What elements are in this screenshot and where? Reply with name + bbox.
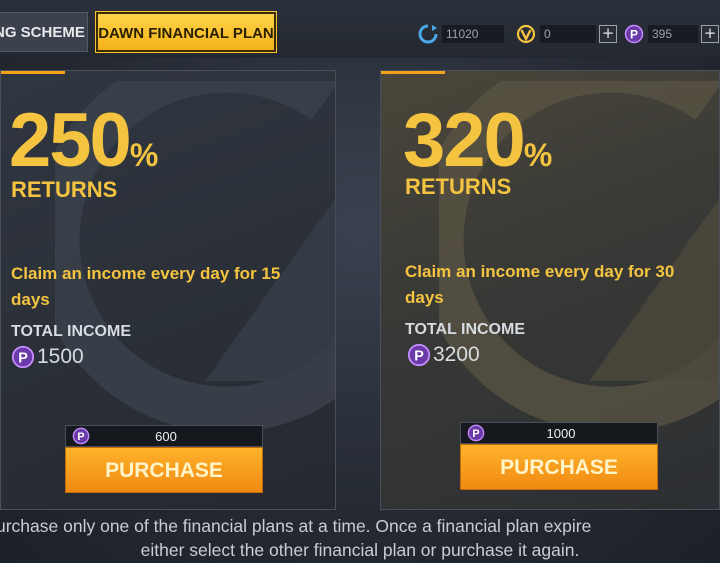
returns-label: RETURNS — [11, 177, 118, 202]
price-value: 600 — [155, 428, 177, 444]
add-v-coin-button[interactable]: + — [599, 25, 617, 43]
plan-card-15-days: 250% RETURNS Claim an income every day f… — [0, 70, 336, 510]
purchase-panel: P 600 PURCHASE — [65, 425, 263, 493]
claim-description: Claim an income every day for 30 days — [405, 262, 675, 307]
svg-text:P: P — [630, 28, 638, 42]
currency-v-coin: 0 + — [516, 24, 617, 44]
svg-text:P: P — [472, 428, 479, 440]
p-coin-icon: P — [467, 424, 485, 442]
tab-dawn-financial-plan[interactable]: DAWN FINANCIAL PLAN — [95, 11, 277, 53]
p-coin-icon: P — [407, 343, 431, 367]
total-income-label: TOTAL INCOME — [11, 323, 131, 340]
plan-card-30-days: 320% RETURNS Claim an income every day f… — [380, 70, 720, 510]
purchase-button[interactable]: PURCHASE — [65, 447, 263, 493]
card-accent-line — [1, 71, 65, 74]
purchase-panel: P 1000 PURCHASE — [460, 422, 658, 490]
total-income: P 3200 — [407, 343, 480, 367]
total-income-label: TOTAL INCOME — [405, 321, 525, 338]
returns-label: RETURNS — [405, 174, 512, 199]
footer-line-1: urchase only one of the financial plans … — [0, 516, 592, 536]
p-coin-icon: P — [624, 24, 644, 44]
card-accent-line — [381, 71, 445, 74]
price-value: 1000 — [546, 425, 576, 441]
percent-sign: % — [523, 137, 553, 173]
total-income-value: 1500 — [37, 345, 84, 368]
price-row: P 1000 — [460, 422, 658, 444]
add-p-coin-button[interactable]: + — [701, 25, 719, 43]
total-income: P 1500 — [11, 345, 84, 369]
svg-text:P: P — [18, 350, 28, 366]
percent-value: 320 — [403, 98, 526, 183]
tab-label: DAWN FINANCIAL PLAN — [98, 25, 274, 42]
returns-percent: 320% — [403, 103, 552, 179]
svg-text:P: P — [414, 348, 424, 364]
percent-value: 250 — [9, 98, 132, 183]
top-bar: NG SCHEME DAWN FINANCIAL PLAN 11020 0 + … — [0, 0, 720, 58]
footer-line-2: either select the other financial plan o… — [140, 540, 580, 560]
percent-sign: % — [129, 137, 159, 173]
currency-p-coin: P 395 + — [624, 24, 719, 44]
returns-percent: 250% — [9, 103, 158, 179]
v-coin-icon — [516, 24, 536, 44]
p-coin-icon: P — [11, 345, 35, 369]
claim-description: Claim an income every day for 15 days — [11, 264, 281, 309]
price-row: P 600 — [65, 425, 263, 447]
purchase-button[interactable]: PURCHASE — [460, 444, 658, 490]
p-coin-icon: P — [72, 427, 90, 445]
tab-label: NG SCHEME — [0, 24, 85, 41]
currency-value: 11020 — [442, 25, 504, 43]
svg-text:P: P — [77, 431, 84, 443]
tab-lending-scheme[interactable]: NG SCHEME — [0, 12, 88, 52]
refresh-coin-icon — [418, 24, 438, 44]
currency-refresh-coin: 11020 — [418, 24, 504, 44]
currency-value: 0 — [540, 25, 596, 43]
total-income-value: 3200 — [433, 343, 480, 366]
currency-value: 395 — [648, 25, 698, 43]
